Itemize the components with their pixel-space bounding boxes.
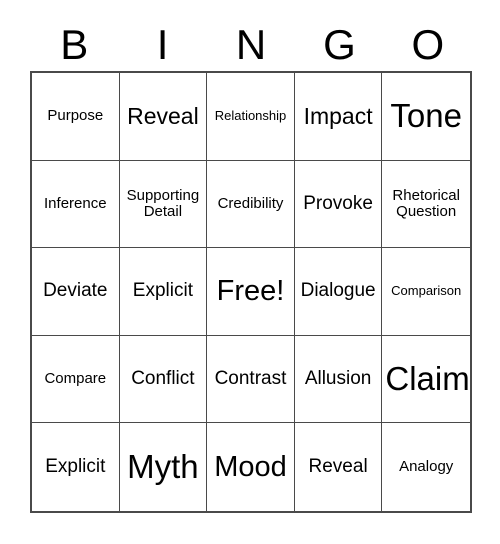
bingo-cell[interactable]: Comparison bbox=[382, 248, 470, 336]
bingo-cell[interactable]: Rhetorical Question bbox=[382, 160, 470, 249]
bingo-header-letter-g: G bbox=[295, 18, 383, 71]
bingo-cell[interactable]: Reveal bbox=[294, 423, 383, 511]
bingo-cell-label: Credibility bbox=[217, 194, 284, 212]
bingo-cell-label: Impact bbox=[303, 102, 373, 129]
bingo-cell[interactable]: Compare bbox=[32, 335, 120, 424]
bingo-cell-label: Inference bbox=[44, 194, 107, 212]
bingo-cell[interactable]: Claim bbox=[382, 335, 470, 424]
bingo-cell-label: Relationship bbox=[214, 108, 287, 124]
bingo-cell[interactable]: Explicit bbox=[119, 248, 208, 336]
bingo-cell[interactable]: Reveal bbox=[119, 73, 208, 161]
bingo-cell-label: Reveal bbox=[308, 455, 368, 477]
bingo-cell-label: Explicit bbox=[132, 280, 193, 302]
bingo-cell-label: Reveal bbox=[127, 102, 199, 129]
bingo-header-letter-n: N bbox=[207, 18, 295, 71]
bingo-cell[interactable]: Tone bbox=[382, 73, 470, 161]
bingo-grid: Purpose Reveal Relationship Impact Tone … bbox=[30, 71, 472, 513]
bingo-header-row: B I N G O bbox=[30, 18, 472, 71]
bingo-cell-label: Compare bbox=[44, 370, 107, 387]
header-letter-text: G bbox=[323, 20, 356, 68]
bingo-cell-label: Tone bbox=[390, 97, 462, 135]
bingo-cell[interactable]: Relationship bbox=[207, 73, 295, 161]
bingo-cell-label: Supporting Detail bbox=[126, 186, 200, 220]
bingo-cell-label: Deviate bbox=[43, 280, 108, 302]
bingo-cell[interactable]: Conflict bbox=[119, 335, 208, 424]
bingo-cell-label: Myth bbox=[127, 448, 199, 486]
bingo-card: B I N G O Purpose Reveal Relationship Im… bbox=[0, 0, 500, 544]
bingo-cell-label: Contrast bbox=[214, 367, 287, 389]
bingo-cell[interactable]: Inference bbox=[32, 160, 120, 249]
bingo-cell-label: Allusion bbox=[304, 367, 372, 389]
bingo-cell-label: Conflict bbox=[131, 367, 195, 389]
bingo-cell-label: Comparison bbox=[391, 283, 462, 299]
bingo-cell-label: Dialogue bbox=[300, 280, 376, 302]
bingo-cell-label: Analogy bbox=[399, 458, 454, 476]
header-letter-text: B bbox=[60, 20, 89, 68]
bingo-cell[interactable]: Allusion bbox=[294, 335, 383, 424]
bingo-cell[interactable]: Provoke bbox=[294, 160, 383, 249]
bingo-cell[interactable]: Supporting Detail bbox=[119, 160, 208, 249]
bingo-cell[interactable]: Myth bbox=[119, 423, 208, 511]
bingo-cell-label: Rhetorical Question bbox=[392, 186, 460, 220]
bingo-cell-label: Free! bbox=[216, 274, 285, 307]
bingo-cell[interactable]: Explicit bbox=[32, 423, 120, 511]
bingo-cell-free-space[interactable]: Free! bbox=[207, 248, 295, 336]
bingo-cell[interactable]: Deviate bbox=[32, 248, 120, 336]
bingo-cell[interactable]: Contrast bbox=[207, 335, 295, 424]
bingo-header-letter-i: I bbox=[118, 18, 206, 71]
bingo-cell-label: Explicit bbox=[45, 455, 106, 477]
header-letter-text: I bbox=[156, 20, 169, 68]
bingo-cell-label: Purpose bbox=[47, 107, 104, 125]
bingo-cell[interactable]: Mood bbox=[207, 423, 295, 511]
bingo-cell[interactable]: Credibility bbox=[207, 160, 295, 249]
bingo-cell-label: Provoke bbox=[303, 192, 373, 214]
bingo-cell[interactable]: Dialogue bbox=[294, 248, 383, 336]
bingo-header-letter-b: B bbox=[30, 18, 118, 71]
bingo-header-letter-o: O bbox=[384, 18, 472, 71]
header-letter-text: O bbox=[411, 20, 445, 68]
bingo-cell[interactable]: Analogy bbox=[382, 423, 470, 511]
header-letter-text: N bbox=[235, 20, 267, 68]
bingo-cell[interactable]: Purpose bbox=[32, 73, 120, 161]
bingo-cell-label: Mood bbox=[214, 450, 287, 483]
bingo-cell[interactable]: Impact bbox=[294, 73, 383, 161]
bingo-cell-label: Claim bbox=[385, 360, 470, 398]
